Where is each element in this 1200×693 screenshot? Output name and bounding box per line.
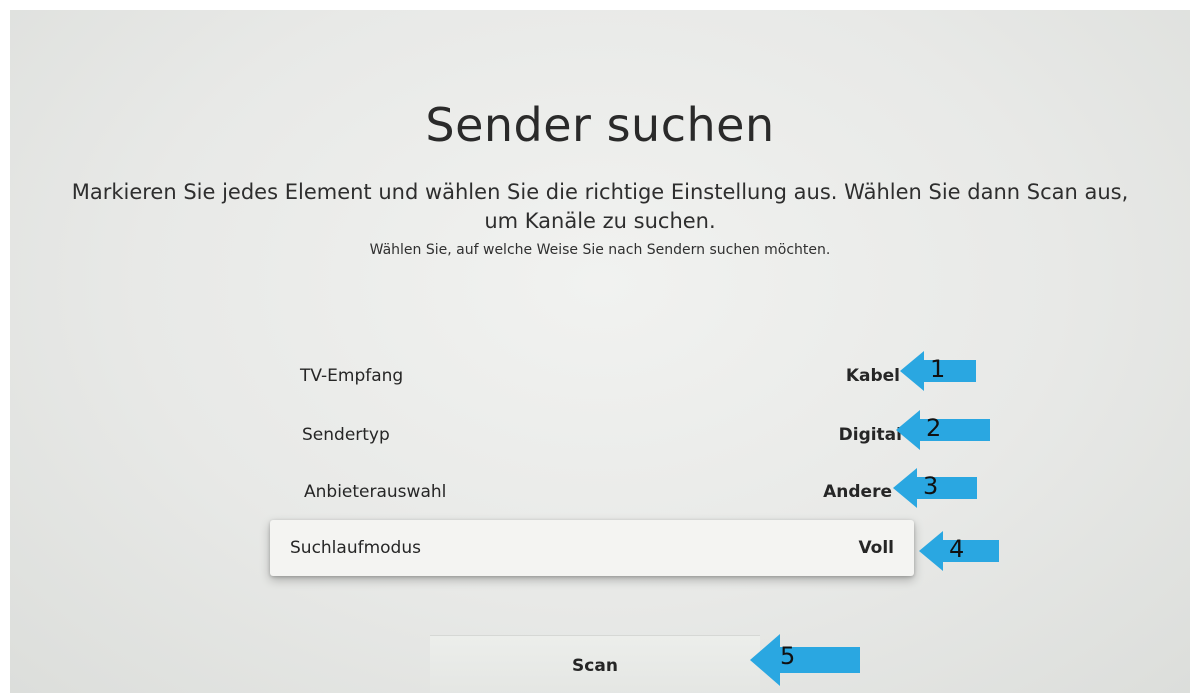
arrow-left-icon [896,410,920,450]
page-description: Markieren Sie jedes Element und wählen S… [71,180,1129,233]
setting-value: Kabel [845,366,900,386]
annotation-arrow-2: 2 [896,410,990,450]
page-title: Sender suchen [425,98,775,152]
annotation-number: 5 [780,642,796,670]
setting-label: Anbieterauswahl [304,482,447,502]
setting-row-suchlaufmodus[interactable]: Suchlaufmodus Voll [270,520,914,576]
annotation-arrow-1: 1 [900,351,976,391]
arrow-left-icon [750,634,780,686]
setting-label: Sendertyp [302,425,390,445]
arrow-left-icon [900,351,924,391]
tv-screen: Sender suchen Markieren Sie jedes Elemen… [10,10,1190,693]
setting-value: Digital [838,425,902,445]
annotation-arrow-5: 5 [750,634,860,686]
setting-row-sendertyp[interactable]: Sendertyp Digital [292,411,912,459]
setting-value: Voll [858,538,894,558]
annotation-number: 4 [949,535,965,563]
annotation-number: 1 [930,355,946,383]
scan-label: Scan [572,656,618,676]
scan-button[interactable]: Scan [430,635,760,693]
annotation-number: 2 [926,414,942,442]
setting-row-anbieterauswahl[interactable]: Anbieterauswahl Andere [294,468,902,516]
setting-label: TV-Empfang [300,366,404,386]
arrow-left-icon [919,531,943,571]
page-hint: Wählen Sie, auf welche Weise Sie nach Se… [369,242,831,258]
annotation-arrow-3: 3 [893,468,977,508]
setting-value: Andere [823,482,892,502]
annotation-number: 3 [923,472,939,500]
arrow-left-icon [893,468,917,508]
setting-label: Suchlaufmodus [290,538,421,558]
annotation-arrow-4: 4 [919,531,999,571]
setting-row-tv-empfang[interactable]: TV-Empfang Kabel [290,352,910,400]
